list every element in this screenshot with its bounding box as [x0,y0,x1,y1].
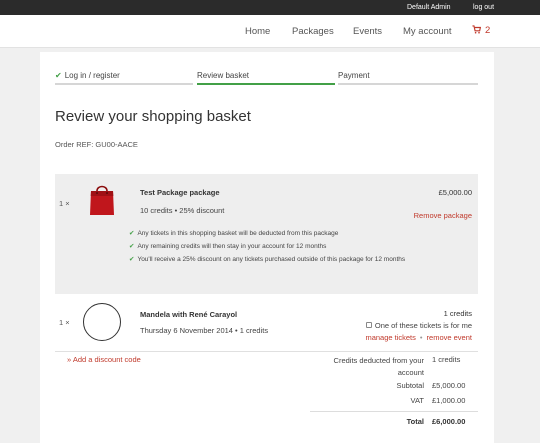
event-name: Mandela with René Carayol [140,310,238,319]
credits-value: 1 credits [432,355,461,364]
package-qty: 1 × [59,199,70,208]
nav-events[interactable]: Events [353,26,382,37]
step-review-bar [197,83,335,85]
package-benefit-text: Any remaining credits will then stay in … [137,243,327,250]
event-credits: 1 credits [443,309,472,318]
step-login[interactable]: ✔ Log in / register [55,71,120,80]
cart-count: 2 [485,25,491,36]
event-actions: manage tickets • remove event [365,333,472,342]
nav-packages[interactable]: Packages [292,26,334,37]
package-name: Test Package package [140,188,220,197]
order-ref: Order REF: GU00-AACE [55,140,138,149]
basket-panel: ✔ Log in / register Review basket Payment… [40,52,494,443]
user-name[interactable]: Default Admin [407,4,451,11]
event-image [83,303,121,341]
event-row: 1 × Mandela with René Carayol Thursday 6… [55,298,478,352]
package-meta: 10 credits • 25% discount [140,206,225,215]
check-icon: ✔ [55,71,62,80]
event-qty: 1 × [59,318,70,327]
vat-label: VAT [410,396,424,405]
step-login-label: Log in / register [64,71,120,80]
check-icon: ✔ [129,243,135,250]
checkbox-label: One of these tickets is for me [374,321,472,330]
step-payment: Payment [338,71,370,80]
subtotal-value: £5,000.00 [432,381,466,390]
package-benefit: ✔ Any tickets in this shopping basket wil… [129,227,419,240]
package-benefit: ✔ You'll receive a 25% discount on any ti… [129,253,419,266]
shopping-bag-icon [90,185,114,215]
ticket-for-me-checkbox[interactable]: One of these tickets is for me [365,321,472,330]
top-bar: Default Admin log out [0,0,540,15]
nav-my-account[interactable]: My account [403,26,452,37]
total-value: £6,000.00 [432,417,466,426]
package-benefit-text: Any tickets in this shopping basket will… [137,230,339,237]
vat-value: £1,000.00 [432,396,466,405]
separator: • [419,333,423,342]
event-date: Thursday 6 November 2014 • 1 credits [140,326,269,335]
package-row: 1 × Test Package package 10 credits • 25… [55,174,478,294]
page-title: Review your shopping basket [55,108,251,125]
check-icon: ✔ [129,256,135,263]
totals-divider [310,411,478,412]
step-payment-bar [338,83,478,85]
cart-icon [472,25,481,34]
check-icon: ✔ [129,230,135,237]
package-benefit: ✔ Any remaining credits will then stay in… [129,240,419,253]
logout-link[interactable]: log out [473,4,494,11]
remove-package-link[interactable]: Remove package [414,211,472,220]
total-label: Total [406,417,424,426]
package-benefit-text: You'll receive a 25% discount on any tic… [137,256,406,263]
nav-home[interactable]: Home [245,26,270,37]
credits-label: Credits deducted from your account [333,356,424,377]
step-review: Review basket [197,71,250,80]
package-price: £5,000.00 [438,188,472,197]
add-discount-code-link[interactable]: » Add a discount code [67,355,141,364]
subtotal-label: Subtotal [396,381,424,390]
step-login-bar [55,83,193,85]
checkbox[interactable] [365,322,372,328]
remove-event-link[interactable]: remove event [427,333,472,342]
manage-tickets-link[interactable]: manage tickets [365,333,415,342]
main-header: Home Packages Events My account 2 [0,15,540,48]
cart-button[interactable]: 2 [472,25,490,36]
